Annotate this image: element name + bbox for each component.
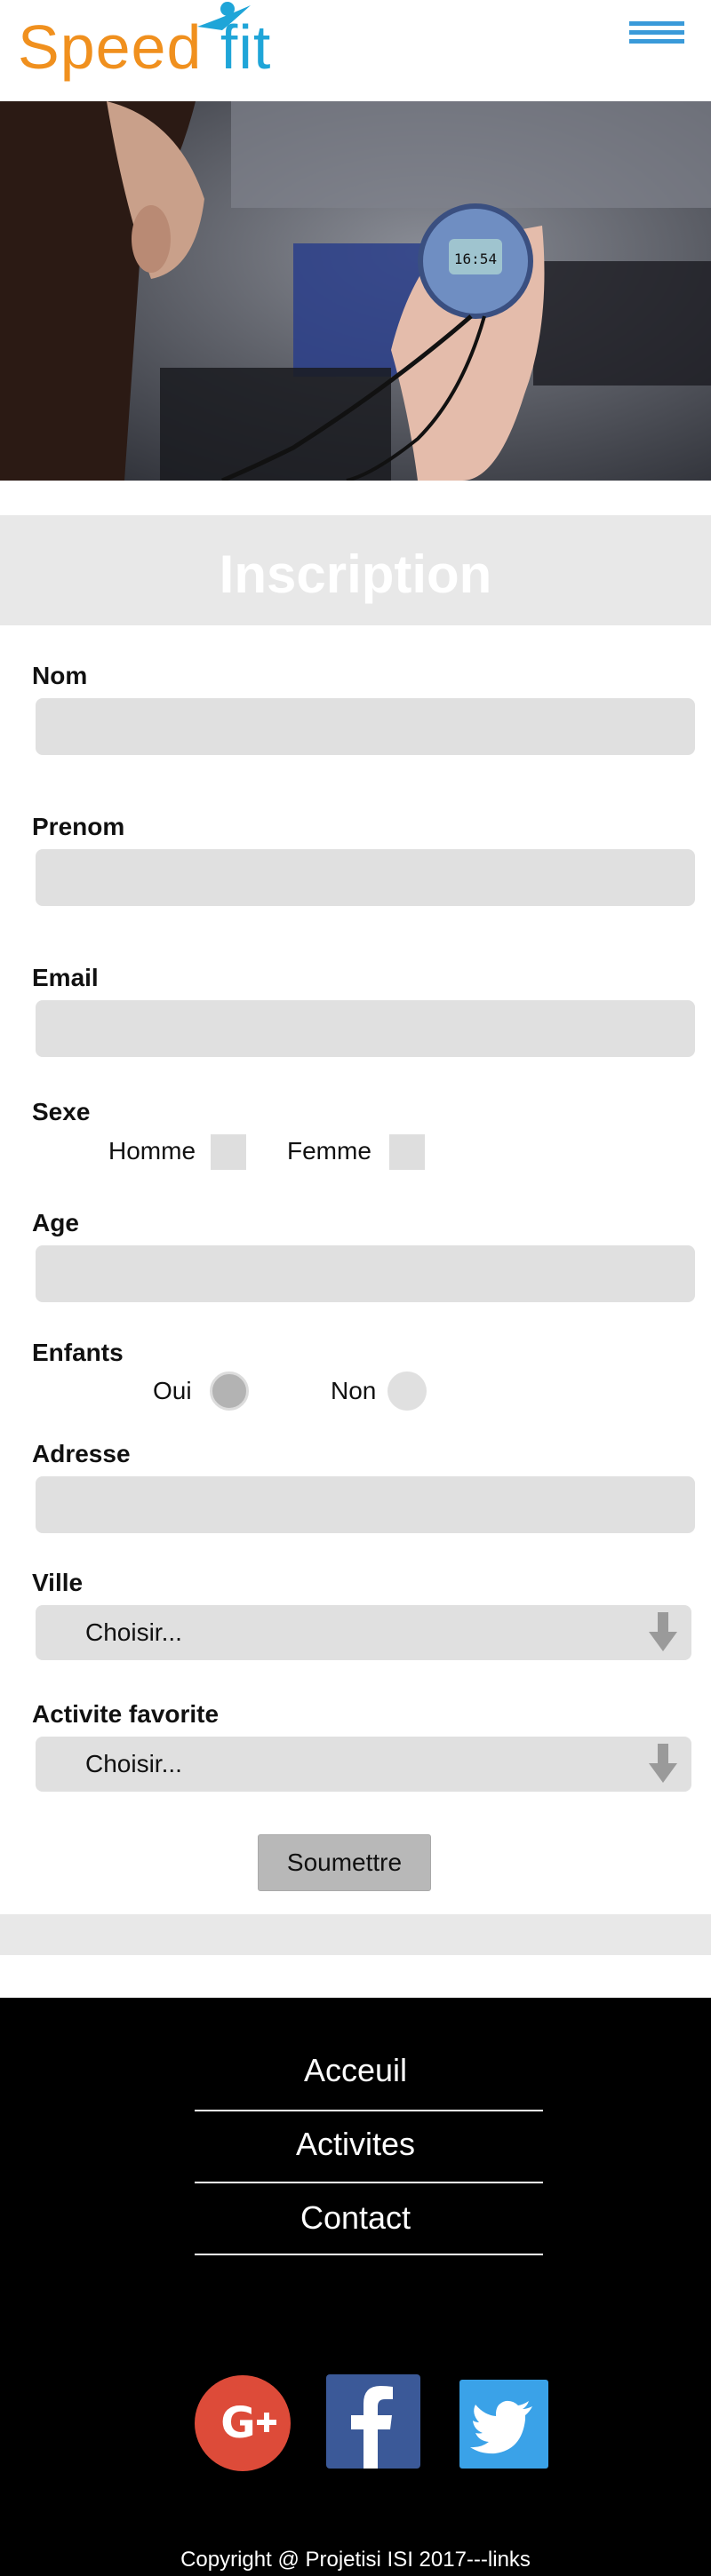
svg-text:G: G [220, 2398, 255, 2448]
activite-label: Activite favorite [32, 1700, 220, 1728]
twitter-icon[interactable] [459, 2380, 548, 2469]
email-label: Email [32, 964, 99, 991]
google-plus-icon[interactable]: G [194, 2374, 292, 2472]
nom-label: Nom [32, 662, 88, 689]
page-title: Inscription [219, 545, 492, 604]
email-input[interactable] [36, 1000, 695, 1057]
svg-text:16:54: 16:54 [454, 250, 497, 267]
arrow-down-icon [649, 1612, 677, 1651]
femme-label: Femme [287, 1137, 371, 1165]
prenom-label: Prenom [32, 813, 125, 840]
ville-selected-value: Choisir... [85, 1618, 182, 1646]
inscription-banner: Inscription [0, 515, 711, 625]
nav-contact-link[interactable]: Contact [0, 2199, 711, 2237]
ville-select[interactable]: Choisir... [36, 1605, 691, 1660]
homme-checkbox[interactable] [211, 1134, 246, 1170]
speedfit-logo[interactable]: Speed fit [18, 0, 302, 89]
hamburger-menu-icon[interactable] [629, 21, 684, 52]
homme-label: Homme [108, 1137, 196, 1165]
form-bottom-band [0, 1914, 711, 1955]
oui-radio[interactable] [210, 1371, 249, 1411]
nav-divider [195, 2182, 543, 2183]
activite-selected-value: Choisir... [85, 1750, 182, 1777]
oui-label: Oui [153, 1377, 192, 1404]
adresse-input[interactable] [36, 1476, 695, 1533]
site-header: Speed fit [0, 0, 711, 101]
nav-acceuil-link[interactable]: Acceuil [0, 2052, 711, 2089]
nav-activites-link[interactable]: Activites [0, 2126, 711, 2163]
hero-image: 16:54 [0, 101, 711, 481]
arrow-down-icon [649, 1744, 677, 1783]
nav-divider [195, 2110, 543, 2111]
nav-divider [195, 2254, 543, 2255]
submit-button[interactable]: Soumettre [258, 1834, 431, 1891]
ville-label: Ville [32, 1569, 84, 1596]
copyright-text: Copyright @ Projetisi ISI 2017---links [180, 2548, 531, 2572]
stopwatch-photo: 16:54 [0, 101, 711, 481]
prenom-input[interactable] [36, 849, 695, 906]
activite-select[interactable]: Choisir... [36, 1737, 691, 1792]
sexe-label: Sexe [32, 1098, 91, 1125]
adresse-label: Adresse [32, 1440, 131, 1467]
enfants-label: Enfants [32, 1339, 124, 1366]
nom-input[interactable] [36, 698, 695, 755]
age-input[interactable] [36, 1245, 695, 1302]
runner-figure-icon [197, 2, 251, 30]
non-radio[interactable] [387, 1371, 427, 1411]
facebook-icon[interactable] [326, 2374, 420, 2469]
non-label: Non [331, 1377, 377, 1404]
age-label: Age [32, 1209, 79, 1236]
femme-checkbox[interactable] [389, 1134, 425, 1170]
